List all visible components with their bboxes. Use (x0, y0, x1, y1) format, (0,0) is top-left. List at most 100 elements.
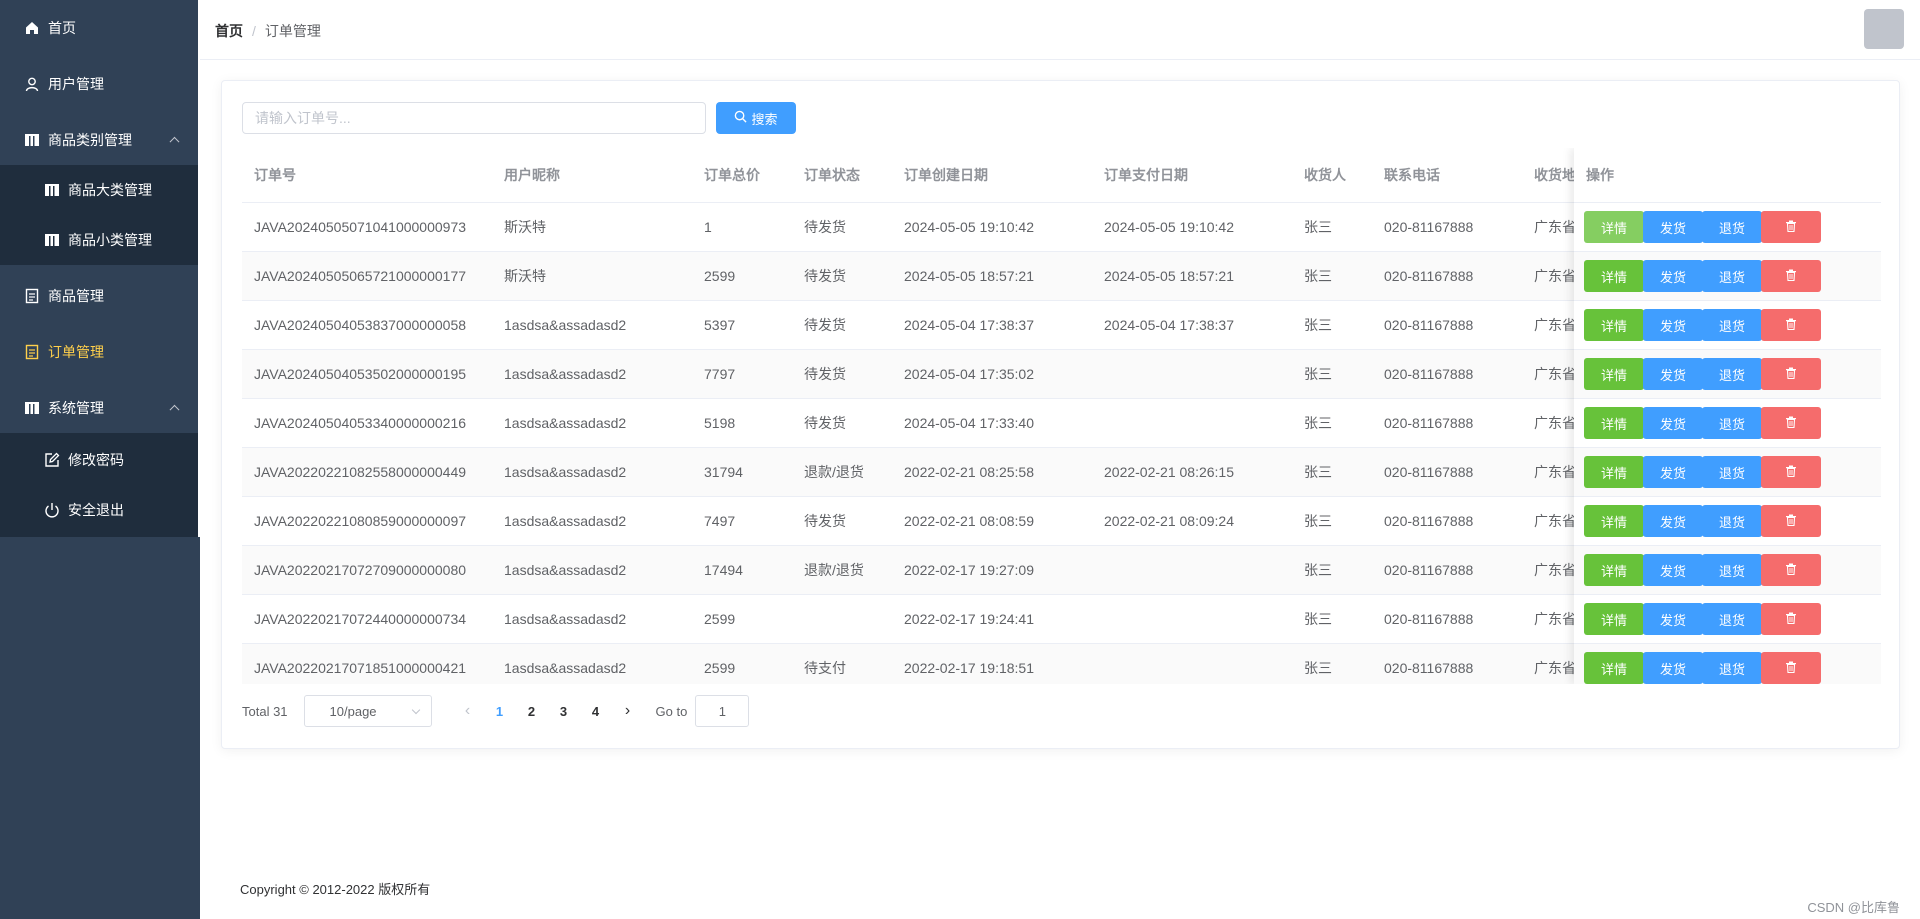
sidebar-item-minor-category[interactable]: 商品小类管理 (0, 215, 200, 265)
detail-button[interactable]: 详情 (1584, 505, 1644, 537)
page-number[interactable]: 4 (580, 704, 612, 719)
delete-button[interactable] (1761, 358, 1821, 390)
page-number[interactable]: 1 (484, 704, 516, 719)
search-button[interactable]: 搜索 (716, 102, 796, 134)
page-number[interactable]: 3 (548, 704, 580, 719)
breadcrumb-home[interactable]: 首页 (215, 21, 243, 41)
header: 首页 / 订单管理 (200, 0, 1920, 60)
order-status-cell: 待发货 (804, 415, 846, 431)
sidebar-item-category-mgmt[interactable]: 商品类别管理 (0, 112, 200, 168)
column-header: 订单支付日期 (1104, 167, 1188, 183)
delete-button[interactable] (1761, 603, 1821, 635)
delete-button[interactable] (1761, 554, 1821, 586)
order-status-cell: 退款/退货 (804, 562, 864, 578)
prev-page-icon[interactable]: ‹ (452, 702, 484, 720)
order-status-cell: 待发货 (804, 268, 846, 284)
refund-button[interactable]: 退货 (1702, 652, 1762, 684)
paid-date-cell: 2024-05-05 18:57:21 (1104, 268, 1234, 284)
trash-icon (1785, 220, 1797, 235)
paid-date-cell (1092, 399, 1292, 448)
ship-button[interactable]: 发货 (1643, 211, 1703, 243)
refund-button[interactable]: 退货 (1702, 309, 1762, 341)
detail-button[interactable]: 详情 (1584, 309, 1644, 341)
detail-button[interactable]: 详情 (1584, 407, 1644, 439)
delete-button[interactable] (1761, 652, 1821, 684)
refund-button[interactable]: 退货 (1702, 407, 1762, 439)
order-number-cell: JAVA20240504053837000000058 (254, 317, 467, 333)
paid-date-cell: 2024-05-04 17:38:37 (1104, 317, 1234, 333)
refund-button[interactable]: 退货 (1702, 211, 1762, 243)
page-number[interactable]: 2 (516, 704, 548, 719)
delete-button[interactable] (1761, 505, 1821, 537)
detail-button[interactable]: 详情 (1584, 456, 1644, 488)
trash-icon (1785, 661, 1797, 676)
ship-button[interactable]: 发货 (1643, 456, 1703, 488)
address-cell: 广东省广州市 (1534, 268, 1574, 284)
detail-button[interactable]: 详情 (1584, 358, 1644, 390)
detail-button[interactable]: 详情 (1584, 260, 1644, 292)
sidebar-item-products[interactable]: 商品管理 (0, 268, 200, 324)
delete-button[interactable] (1761, 407, 1821, 439)
phone-cell: 020-81167888 (1384, 415, 1474, 431)
order-search-input[interactable] (242, 102, 706, 134)
sidebar-item-label: 安全退出 (68, 502, 124, 518)
order-status-cell: 待发货 (804, 219, 846, 235)
address-cell: 广东省广州市 (1534, 219, 1574, 235)
order-table: 订单号 用户昵称 订单总价 订单状态 订单创建日期 订单支付日期 收货人 联系电… (242, 148, 1881, 684)
ship-button[interactable]: 发货 (1643, 554, 1703, 586)
sidebar-item-orders[interactable]: 订单管理 (0, 324, 200, 380)
operation-row: 详情 发货 退货 (1574, 252, 1881, 301)
sidebar-item-logout[interactable]: 安全退出 (0, 485, 200, 535)
order-total-cell: 7797 (704, 366, 736, 382)
ship-button[interactable]: 发货 (1643, 505, 1703, 537)
refund-button[interactable]: 退货 (1702, 456, 1762, 488)
delete-button[interactable] (1761, 309, 1821, 341)
ship-button[interactable]: 发货 (1643, 652, 1703, 684)
operation-row: 详情 发货 退货 (1574, 203, 1881, 252)
order-total-cell: 2599 (704, 268, 736, 284)
refund-button[interactable]: 退货 (1702, 358, 1762, 390)
refund-button[interactable]: 退货 (1702, 603, 1762, 635)
operation-column: 操作 详情 发货 退货 详情 发货 退货 详情 发货 退货 详情 发货 退货 详情 发货 退货 详情 发货 退货详… (1574, 148, 1881, 684)
detail-button[interactable]: 详情 (1584, 554, 1644, 586)
avatar[interactable] (1864, 9, 1904, 49)
ship-button[interactable]: 发货 (1643, 603, 1703, 635)
ship-button[interactable]: 发货 (1643, 309, 1703, 341)
column-header: 订单创建日期 (904, 167, 988, 183)
phone-cell: 020-81167888 (1384, 513, 1474, 529)
column-header: 用户昵称 (504, 167, 560, 183)
address-cell: 广东省广州市 (1534, 660, 1574, 676)
trash-icon (1785, 318, 1797, 333)
sidebar-item-users[interactable]: 用户管理 (0, 56, 200, 112)
pagination: Total 31 10/page ‹ 1 2 3 4 › Go to (242, 695, 750, 727)
user-nickname-cell: 1asdsa&assadasd2 (504, 611, 627, 627)
order-number-cell: JAVA20220217072709000000080 (254, 562, 467, 578)
ship-button[interactable]: 发货 (1643, 407, 1703, 439)
order-total-cell: 2599 (704, 611, 736, 627)
refund-button[interactable]: 退货 (1702, 554, 1762, 586)
trash-icon (1785, 416, 1797, 431)
refund-button[interactable]: 退货 (1702, 505, 1762, 537)
detail-button[interactable]: 详情 (1584, 652, 1644, 684)
ship-button[interactable]: 发货 (1643, 260, 1703, 292)
sidebar-item-home[interactable]: 首页 (0, 0, 200, 56)
delete-button[interactable] (1761, 456, 1821, 488)
order-number-cell: JAVA20240505065721000000177 (254, 268, 467, 284)
sidebar-item-change-password[interactable]: 修改密码 (0, 435, 200, 485)
ship-button[interactable]: 发货 (1643, 358, 1703, 390)
delete-button[interactable] (1761, 260, 1821, 292)
goto-page-input[interactable] (695, 695, 750, 727)
chevron-down-icon (411, 705, 420, 715)
sidebar-item-label: 商品大类管理 (68, 182, 152, 198)
detail-button[interactable]: 详情 (1584, 211, 1644, 243)
sidebar-item-system-mgmt[interactable]: 系统管理 (0, 380, 200, 436)
next-page-icon[interactable]: › (612, 702, 644, 720)
delete-button[interactable] (1761, 211, 1821, 243)
address-cell: 广东省广州市 (1534, 611, 1574, 627)
sidebar-item-major-category[interactable]: 商品大类管理 (0, 165, 200, 215)
refund-button[interactable]: 退货 (1702, 260, 1762, 292)
paid-date-cell (1092, 546, 1292, 595)
receiver-cell: 张三 (1304, 513, 1332, 529)
page-size-select[interactable]: 10/page (303, 695, 432, 727)
detail-button[interactable]: 详情 (1584, 603, 1644, 635)
